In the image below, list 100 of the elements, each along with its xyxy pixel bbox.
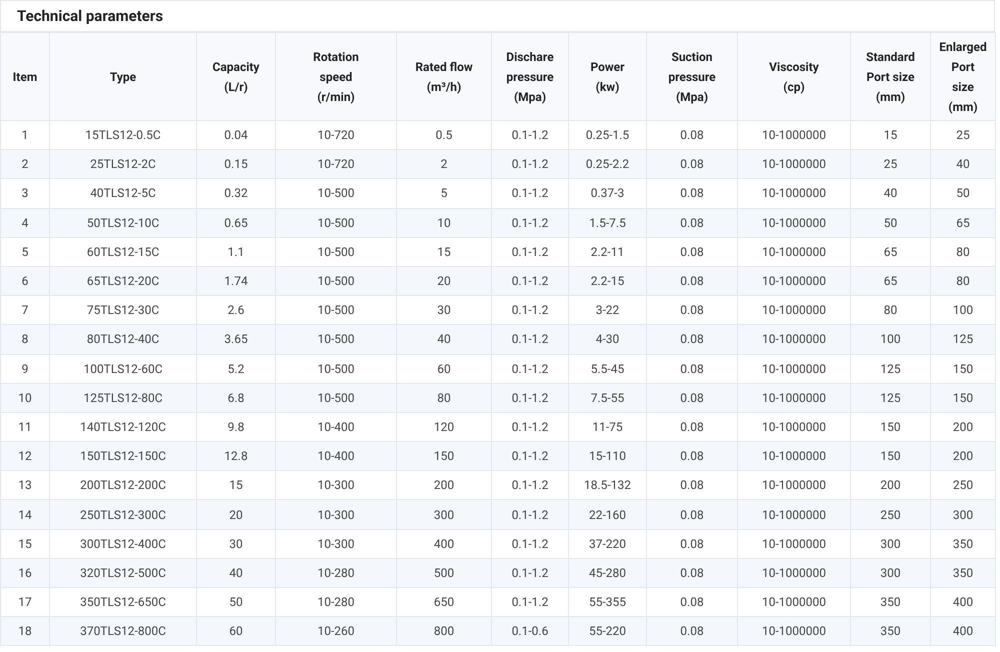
- table-cell: 6.8: [196, 383, 276, 412]
- table-cell: 10-500: [276, 208, 396, 238]
- table-cell: 0.08: [646, 616, 738, 646]
- column-header: Rotation speed (r/min): [276, 32, 396, 120]
- table-cell: 0.08: [646, 324, 738, 354]
- table-cell: 0.1-1.2: [492, 529, 568, 558]
- column-header: Capacity (L/r): [196, 32, 276, 120]
- table-cell: 80TLS12-40C: [50, 324, 196, 354]
- table-cell: 15: [396, 237, 492, 266]
- table-cell: 10-1000000: [738, 383, 850, 412]
- table-cell: 250: [850, 500, 930, 530]
- table-cell: 10-300: [276, 500, 396, 530]
- table-cell: 100: [850, 324, 930, 354]
- table-cell: 800: [396, 616, 492, 646]
- table-cell: 9: [0, 354, 50, 384]
- table-cell: 40TLS12-5C: [50, 178, 196, 208]
- table-cell: 3: [0, 178, 50, 208]
- table-cell: 40: [850, 178, 930, 208]
- table-cell: 37-220: [568, 529, 646, 558]
- table-cell: 8: [0, 324, 50, 354]
- table-cell: 55-220: [568, 616, 646, 646]
- table-cell: 0.1-1.2: [492, 354, 568, 384]
- table-cell: 50TLS12-10C: [50, 208, 196, 238]
- table-cell: 300: [930, 500, 996, 530]
- table-cell: 0.08: [646, 383, 738, 412]
- table-cell: 60TLS12-15C: [50, 237, 196, 266]
- table-cell: 150: [930, 354, 996, 384]
- column-header: Viscosity (cp): [738, 32, 850, 120]
- table-cell: 65: [930, 208, 996, 238]
- table-cell: 0.1-1.2: [492, 208, 568, 238]
- table-cell: 0.08: [646, 237, 738, 266]
- table-cell: 10-1000000: [738, 237, 850, 266]
- column-header: Item: [0, 32, 50, 120]
- table-cell: 10-500: [276, 237, 396, 266]
- table-cell: 1.5-7.5: [568, 208, 646, 238]
- table-cell: 0.1-1.2: [492, 383, 568, 412]
- table-cell: 10-1000000: [738, 529, 850, 558]
- table-cell: 350: [930, 529, 996, 558]
- table-cell: 5: [396, 178, 492, 208]
- table-cell: 350: [850, 616, 930, 646]
- column-header: Type: [50, 32, 196, 120]
- table-cell: 4: [0, 208, 50, 238]
- table-title: Technical parameters: [0, 0, 995, 32]
- table-cell: 10: [0, 383, 50, 412]
- table-cell: 5.5-45: [568, 354, 646, 384]
- table-cell: 4-30: [568, 324, 646, 354]
- table-cell: 5.2: [196, 354, 276, 384]
- table-cell: 0.1-1.2: [492, 324, 568, 354]
- table-cell: 2.2-11: [568, 237, 646, 266]
- column-header: Rated flow (m³/h): [396, 32, 492, 120]
- table-cell: 370TLS12-800C: [50, 616, 196, 646]
- table-cell: 10-500: [276, 354, 396, 384]
- table-cell: 50: [930, 178, 996, 208]
- table-cell: 0.32: [196, 178, 276, 208]
- table-cell: 10-500: [276, 324, 396, 354]
- table-cell: 400: [396, 529, 492, 558]
- table-cell: 40: [396, 324, 492, 354]
- table-cell: 10-1000000: [738, 324, 850, 354]
- column-header: Standard Port size (mm): [850, 32, 930, 120]
- table-cell: 18: [0, 616, 50, 646]
- table-cell: 30: [196, 529, 276, 558]
- table-cell: 20: [196, 500, 276, 530]
- table-cell: 100TLS12-60C: [50, 354, 196, 384]
- table-cell: 10-1000000: [738, 354, 850, 384]
- table-cell: 125: [850, 383, 930, 412]
- table-cell: 0.1-1.2: [492, 500, 568, 530]
- column-header: Enlarged Port size (mm): [930, 32, 996, 120]
- table-cell: 5: [0, 237, 50, 266]
- table-cell: 300: [850, 529, 930, 558]
- table-cell: 80: [930, 237, 996, 266]
- table-cell: 0.08: [646, 529, 738, 558]
- table-cell: 10-1000000: [738, 500, 850, 530]
- table-cell: 14: [0, 500, 50, 530]
- table-cell: 10-1000000: [738, 616, 850, 646]
- table-cell: 60: [196, 616, 276, 646]
- table-cell: 125TLS12-80C: [50, 383, 196, 412]
- table-cell: 7.5-55: [568, 383, 646, 412]
- table-cell: 0.1-1.2: [492, 178, 568, 208]
- table-cell: 0.1-1.2: [492, 237, 568, 266]
- table-cell: 10: [396, 208, 492, 238]
- table-cell: 0.08: [646, 354, 738, 384]
- table-cell: 80: [396, 383, 492, 412]
- table-cell: 150: [930, 383, 996, 412]
- table-cell: 0.65: [196, 208, 276, 238]
- table-cell: 250TLS12-300C: [50, 500, 196, 530]
- table-cell: 10-300: [276, 529, 396, 558]
- table-cell: 400: [930, 616, 996, 646]
- table-cell: 15: [0, 529, 50, 558]
- table-cell: 10-500: [276, 178, 396, 208]
- table-cell: 3.65: [196, 324, 276, 354]
- table-cell: 1.1: [196, 237, 276, 266]
- table-cell: 10-1000000: [738, 208, 850, 238]
- column-header: Discharе pressure (Mpa): [492, 32, 568, 120]
- column-header: Suction pressure (Mpa): [646, 32, 738, 120]
- table-cell: 10-1000000: [738, 178, 850, 208]
- table-cell: 0.1-0.6: [492, 616, 568, 646]
- table-cell: 300: [396, 500, 492, 530]
- table-cell: 50: [850, 208, 930, 238]
- table-cell: 65: [850, 237, 930, 266]
- table-cell: 125: [930, 324, 996, 354]
